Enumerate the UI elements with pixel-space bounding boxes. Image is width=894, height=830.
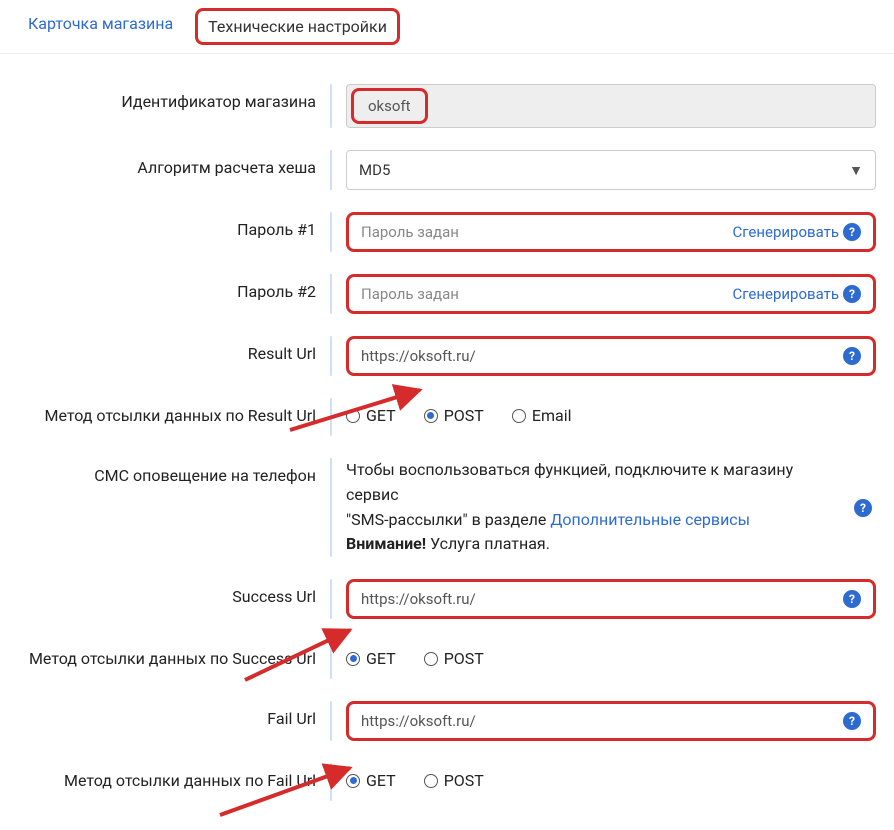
label-identifier: Идентификатор магазина — [0, 84, 330, 113]
row-fail-url: Fail Url https://oksoft.ru/ ? — [0, 701, 894, 741]
row-password2: Пароль #2 Пароль задан Сгенерировать ? — [0, 274, 894, 314]
label-success-method: Метод отсылки данных по Success Url — [0, 641, 330, 670]
row-hash: Алгоритм расчета хеша MD5 ▼ — [0, 150, 894, 190]
label-sms: СМС оповещение на телефон — [0, 458, 330, 487]
tabs-bar: Карточка магазина Технические настройки — [0, 0, 894, 54]
settings-form: Идентификатор магазина oksoft Алгоритм р… — [0, 54, 894, 801]
row-result-url: Result Url https://oksoft.ru/ ? — [0, 336, 894, 376]
radio-result-get[interactable]: GET — [346, 406, 396, 425]
password1-input[interactable]: Пароль задан Сгенерировать ? — [346, 212, 876, 252]
row-identifier: Идентификатор магазина oksoft — [0, 84, 894, 128]
label-success-url: Success Url — [0, 579, 330, 608]
generate-password2-link[interactable]: Сгенерировать — [732, 285, 839, 303]
identifier-value: oksoft — [351, 88, 428, 124]
label-password2: Пароль #2 — [0, 274, 330, 303]
tab-technical-settings[interactable]: Технические настройки — [195, 8, 400, 45]
hash-value: MD5 — [359, 161, 390, 179]
result-url-value: https://oksoft.ru/ — [361, 347, 843, 365]
fail-url-value: https://oksoft.ru/ — [361, 712, 843, 730]
result-url-input[interactable]: https://oksoft.ru/ ? — [346, 336, 876, 376]
help-icon[interactable]: ? — [843, 590, 861, 608]
label-password1: Пароль #1 — [0, 212, 330, 241]
label-result-url: Result Url — [0, 336, 330, 365]
success-url-value: https://oksoft.ru/ — [361, 590, 843, 608]
radio-fail-get[interactable]: GET — [346, 771, 396, 790]
password2-placeholder: Пароль задан — [361, 285, 732, 303]
help-icon[interactable]: ? — [854, 499, 872, 517]
fail-url-input[interactable]: https://oksoft.ru/ ? — [346, 701, 876, 741]
identifier-field: oksoft — [346, 84, 876, 128]
password1-placeholder: Пароль задан — [361, 223, 732, 241]
help-icon[interactable]: ? — [843, 285, 861, 303]
help-icon[interactable]: ? — [843, 712, 861, 730]
help-icon[interactable]: ? — [843, 347, 861, 365]
hash-select[interactable]: MD5 ▼ — [346, 150, 876, 190]
row-success-method: Метод отсылки данных по Success Url GET … — [0, 641, 894, 679]
row-sms: СМС оповещение на телефон Чтобы воспольз… — [0, 458, 894, 557]
row-password1: Пароль #1 Пароль задан Сгенерировать ? — [0, 212, 894, 252]
help-icon[interactable]: ? — [843, 223, 861, 241]
label-fail-method: Метод отсылки данных по Fail Url — [0, 763, 330, 792]
row-fail-method: Метод отсылки данных по Fail Url GET POS… — [0, 763, 894, 801]
label-hash: Алгоритм расчета хеша — [0, 150, 330, 179]
tab-store-card[interactable]: Карточка магазина — [18, 8, 183, 45]
radio-result-post[interactable]: POST — [424, 406, 484, 425]
radio-success-get[interactable]: GET — [346, 649, 396, 668]
radio-result-email[interactable]: Email — [512, 406, 572, 425]
radio-fail-post[interactable]: POST — [424, 771, 484, 790]
row-result-method: Метод отсылки данных по Result Url GET P… — [0, 398, 894, 436]
radio-success-post[interactable]: POST — [424, 649, 484, 668]
generate-password1-link[interactable]: Сгенерировать — [732, 223, 839, 241]
row-success-url: Success Url https://oksoft.ru/ ? — [0, 579, 894, 619]
password2-input[interactable]: Пароль задан Сгенерировать ? — [346, 274, 876, 314]
additional-services-link[interactable]: Дополнительные сервисы — [550, 510, 750, 529]
label-fail-url: Fail Url — [0, 701, 330, 730]
success-url-input[interactable]: https://oksoft.ru/ ? — [346, 579, 876, 619]
sms-notice-text: Чтобы воспользоваться функцией, подключи… — [346, 458, 876, 557]
chevron-down-icon: ▼ — [849, 162, 863, 179]
label-result-method: Метод отсылки данных по Result Url — [0, 398, 330, 427]
